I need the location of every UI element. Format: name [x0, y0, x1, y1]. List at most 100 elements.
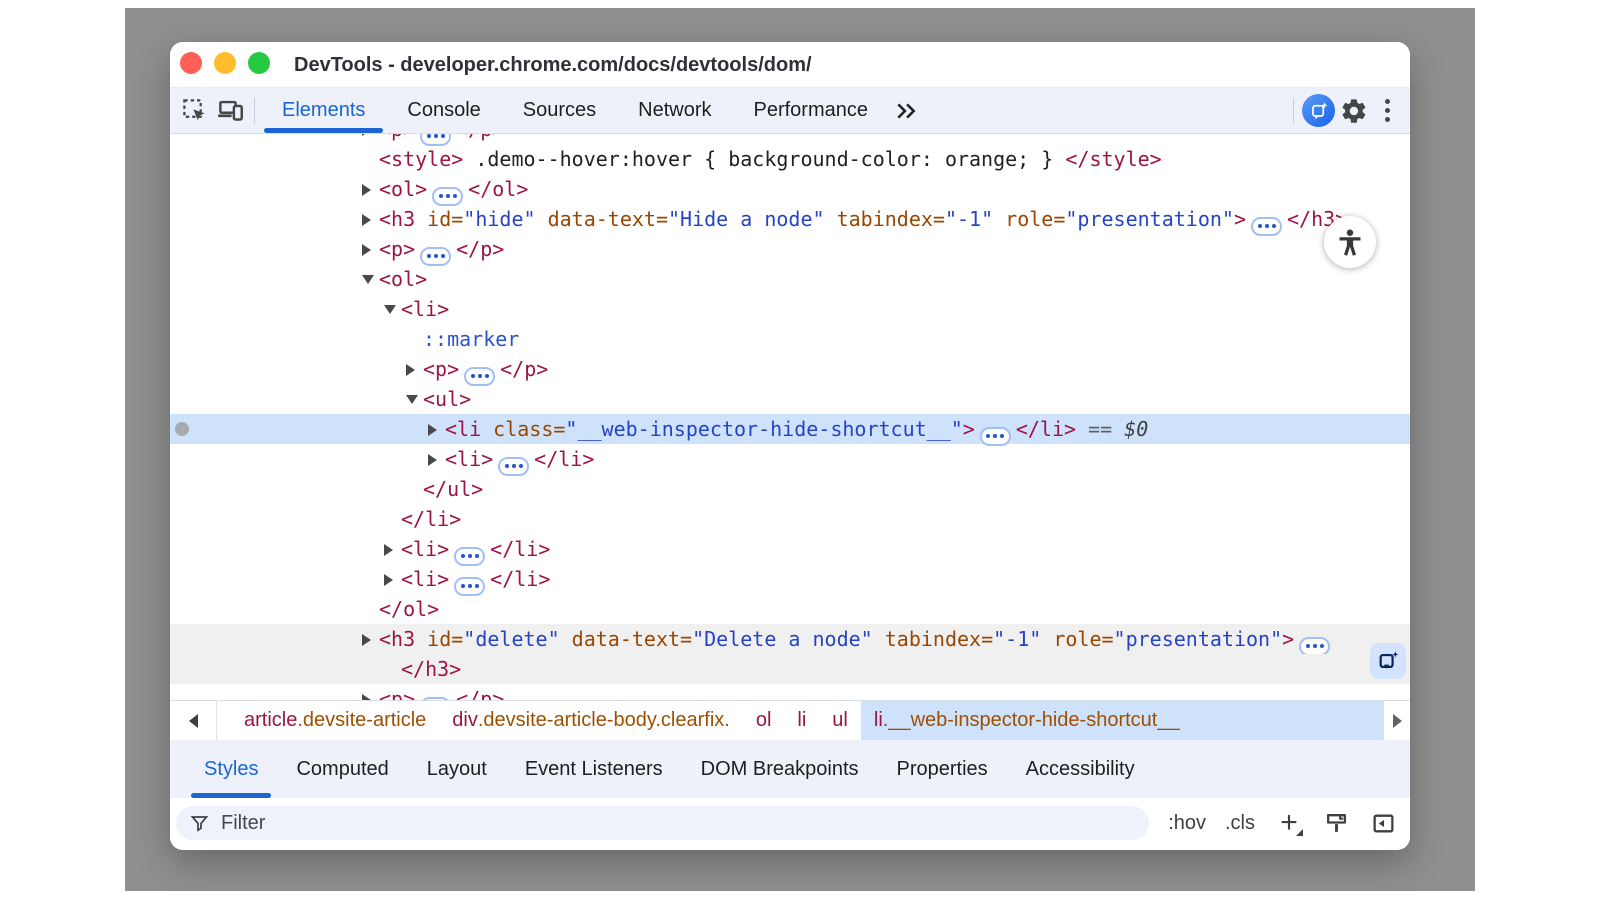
token-val: "Hide a node" [668, 207, 825, 231]
more-tabs-icon[interactable] [889, 92, 923, 130]
breadcrumb-item-li[interactable]: li.__web-inspector-hide-shortcut__ [861, 701, 1383, 740]
expand-ellipsis-pill[interactable] [498, 457, 529, 476]
dom-tree-row[interactable]: <li class="__web-inspector-hide-shortcut… [170, 414, 1410, 444]
sidebar-tab-accessibility[interactable]: Accessibility [1007, 740, 1154, 798]
filter-input[interactable]: Filter [176, 806, 1149, 840]
token-tag: <p> [379, 134, 415, 141]
disclosure-arrow-icon[interactable] [406, 384, 423, 414]
breadcrumb-item-ul[interactable]: ul [819, 701, 861, 740]
breadcrumb-tag: div [452, 709, 478, 732]
dom-tree-row[interactable]: <p></p> [170, 134, 1410, 144]
token-tag: </li> [490, 537, 550, 561]
close-window-button[interactable] [180, 52, 202, 74]
token-val: "Delete a node" [692, 627, 873, 651]
disclosure-arrow-icon[interactable] [428, 414, 445, 444]
token-val: "presentation" [1065, 207, 1234, 231]
dom-tree-row[interactable]: <p> </p> [170, 234, 1410, 264]
zoom-window-button[interactable] [248, 52, 270, 74]
minimize-window-button[interactable] [214, 52, 236, 74]
dom-tree-row[interactable]: </h3> [170, 654, 1410, 684]
toggle-element-state-button[interactable]: :hov [1168, 812, 1206, 835]
disclosure-arrow-icon[interactable] [362, 624, 379, 654]
breadcrumb-item-article[interactable]: article.devsite-article [231, 701, 439, 740]
dom-tree-row[interactable]: ::marker [170, 324, 1410, 354]
tab-performance[interactable]: Performance [733, 88, 890, 133]
inspect-icon[interactable] [176, 92, 212, 130]
expand-ellipsis-pill[interactable] [432, 187, 463, 206]
styles-panel-tab-strip: StylesComputedLayoutEvent ListenersDOM B… [170, 740, 1410, 798]
sidebar-toggle-icon[interactable] [1368, 806, 1398, 840]
dom-tree-row[interactable]: <li> [170, 294, 1410, 324]
token-tag: </ul> [423, 477, 483, 501]
expand-ellipsis-pill[interactable] [1251, 217, 1282, 236]
disclosure-arrow-icon[interactable] [362, 264, 379, 294]
disclosure-arrow-icon[interactable] [384, 294, 401, 324]
sidebar-tab-dom-breakpoints[interactable]: DOM Breakpoints [682, 740, 878, 798]
breadcrumb-scroll-left-icon[interactable] [170, 701, 217, 740]
dom-tree-row[interactable]: <p></p> [170, 684, 1410, 700]
breadcrumb-item-li[interactable]: li [784, 701, 819, 740]
dom-tree-row[interactable]: <ul> [170, 384, 1410, 414]
token-tag: <p> [379, 687, 415, 700]
dom-tree-row[interactable]: <li></li> [170, 534, 1410, 564]
expand-ellipsis-pill[interactable] [454, 577, 485, 596]
accessibility-button[interactable] [1324, 216, 1376, 268]
breadcrumb-item-ol[interactable]: ol [743, 701, 785, 740]
ai-assistance-floating-button[interactable] [1370, 643, 1406, 679]
filter-placeholder: Filter [221, 812, 265, 835]
expand-ellipsis-pill[interactable] [980, 427, 1011, 446]
disclosure-arrow-icon[interactable] [384, 564, 401, 594]
disclosure-arrow-icon[interactable] [362, 234, 379, 264]
breadcrumb-tag: li [797, 709, 806, 732]
token-tag: <ol> [379, 177, 427, 201]
new-style-rule-button[interactable]: + [1274, 806, 1304, 840]
token-tag: <p> [379, 237, 415, 261]
dom-tree-row[interactable]: <ol> [170, 264, 1410, 294]
breadcrumb-item-div[interactable]: div.devsite-article-body.clearfix. [439, 701, 743, 740]
breadcrumb-scroll-right-icon[interactable] [1383, 701, 1410, 740]
sidebar-tab-layout[interactable]: Layout [408, 740, 506, 798]
dom-tree-row[interactable]: <li></li> [170, 444, 1410, 474]
token-attr: class= [481, 417, 565, 441]
sidebar-tab-computed[interactable]: Computed [277, 740, 407, 798]
disclosure-arrow-icon[interactable] [362, 684, 379, 700]
disclosure-arrow-icon[interactable] [406, 354, 423, 384]
ai-assistant-icon[interactable] [1300, 92, 1336, 130]
tab-network[interactable]: Network [617, 88, 732, 133]
dom-tree-row[interactable]: <h3 id="hide" data-text="Hide a node" ta… [170, 204, 1410, 234]
expand-ellipsis-pill[interactable] [1299, 637, 1330, 656]
breadcrumb-tag: ol [756, 709, 772, 732]
sidebar-tab-event-listeners[interactable]: Event Listeners [506, 740, 682, 798]
brush-icon[interactable] [1321, 806, 1351, 840]
dom-tree-row[interactable]: <p></p> [170, 354, 1410, 384]
tab-sources[interactable]: Sources [502, 88, 617, 133]
dom-tree-row[interactable]: <style> .demo--hover:hover { background-… [170, 144, 1410, 174]
token-tag: > [1234, 207, 1246, 231]
disclosure-arrow-icon[interactable] [384, 534, 401, 564]
expand-ellipsis-pill[interactable] [454, 547, 485, 566]
device-toolbar-icon[interactable] [212, 92, 248, 130]
tab-elements[interactable]: Elements [261, 88, 386, 133]
token-tag: </p> [456, 237, 504, 261]
element-classes-button[interactable]: .cls [1225, 812, 1255, 835]
disclosure-arrow-icon[interactable] [362, 204, 379, 234]
sidebar-tab-properties[interactable]: Properties [878, 740, 1007, 798]
tab-console[interactable]: Console [386, 88, 501, 133]
dom-tree-row[interactable]: <h3 id="delete" data-text="Delete a node… [170, 624, 1410, 654]
expand-ellipsis-pill[interactable] [420, 247, 451, 266]
disclosure-arrow-icon[interactable] [428, 444, 445, 474]
sidebar-tab-styles[interactable]: Styles [185, 740, 277, 798]
dom-tree-row[interactable]: <ol> </ol> [170, 174, 1410, 204]
dom-tree-row[interactable]: </li> [170, 504, 1410, 534]
token-tag: </ol> [468, 177, 528, 201]
expand-ellipsis-pill[interactable] [420, 697, 451, 701]
dom-tree-row[interactable]: </ul> [170, 474, 1410, 504]
expand-ellipsis-pill[interactable] [464, 367, 495, 386]
disclosure-arrow-icon[interactable] [362, 134, 379, 144]
dom-tree-row[interactable]: <li></li> [170, 564, 1410, 594]
kebab-menu-icon[interactable] [1372, 92, 1402, 130]
disclosure-arrow-icon[interactable] [362, 174, 379, 204]
settings-gear-icon[interactable] [1336, 92, 1372, 130]
dom-tree-row[interactable]: </ol> [170, 594, 1410, 624]
token-tag: <li> [401, 297, 449, 321]
